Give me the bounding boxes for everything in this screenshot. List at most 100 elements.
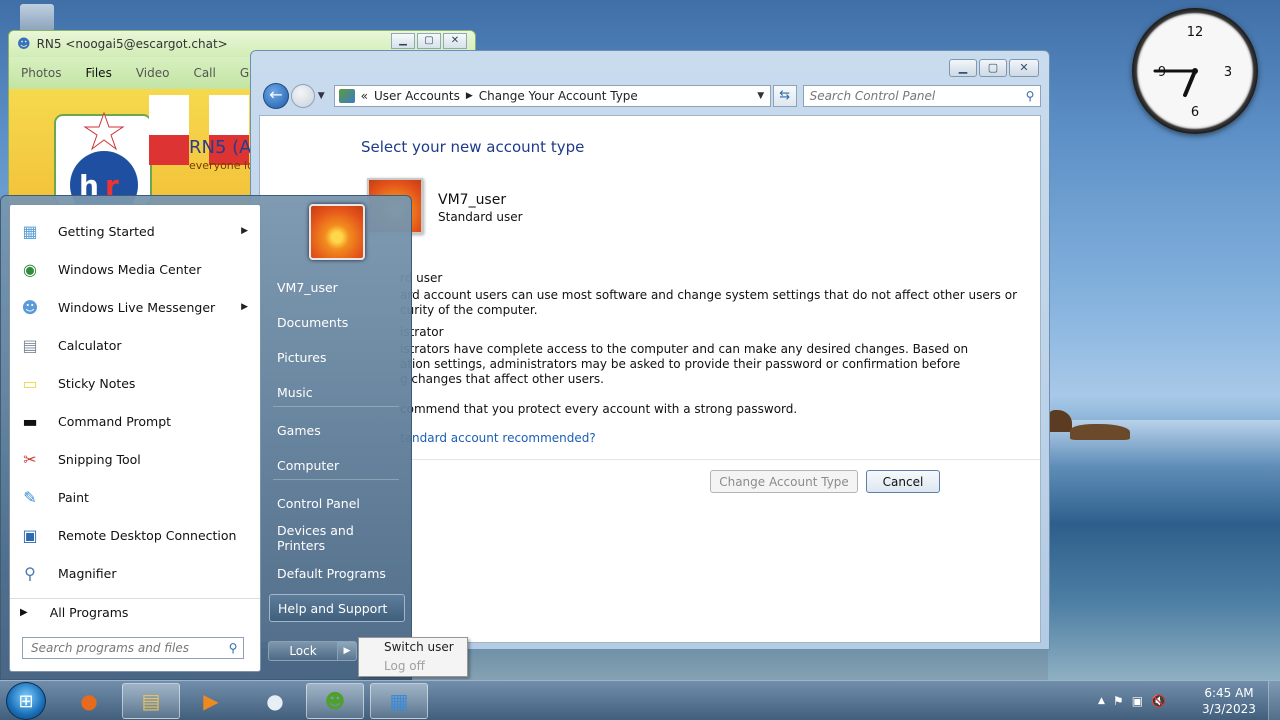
system-tray: ▲ ⚑ ▣ 🔇 [1098, 681, 1166, 720]
show-desktop-button[interactable] [1268, 681, 1280, 720]
start-right-item[interactable]: Control Panel [269, 489, 405, 517]
program-item[interactable]: ▬ Command Prompt [10, 403, 260, 439]
cancel-button[interactable]: Cancel [866, 470, 940, 493]
breadcrumb-separator-icon: ▶ [465, 91, 473, 101]
program-item[interactable]: ⚲ Magnifier [10, 555, 260, 591]
chevron-down-icon[interactable]: ▼ [752, 91, 770, 101]
search-input[interactable]: Search Control Panel ⚲ [802, 85, 1042, 107]
messenger-taskbar-icon[interactable]: ☻ [306, 683, 364, 719]
switch-user-item[interactable]: Switch user [359, 638, 467, 657]
recent-pages-dropdown[interactable]: ▼ [318, 91, 328, 101]
lock-button[interactable]: Lock [268, 641, 338, 661]
media-center-icon: ◉ [23, 259, 37, 279]
refresh-button[interactable]: ⇆ [772, 85, 797, 107]
program-label: Remote Desktop Connection [58, 527, 237, 543]
tab-call[interactable]: Call [193, 66, 215, 80]
program-label: Snipping Tool [58, 451, 141, 467]
snipping-tool-icon: ✂ [23, 449, 37, 469]
remote-desktop-icon: ▣ [22, 525, 38, 545]
show-hidden-icons-icon[interactable]: ▲ [1098, 696, 1105, 706]
address-bar[interactable]: « User Accounts ▶ Change Your Account Ty… [333, 85, 771, 107]
messenger-icon: ☻ [21, 297, 39, 317]
minimize-button[interactable]: ▁ [949, 59, 977, 77]
minimize-button[interactable]: ▁ [391, 33, 415, 49]
breadcrumb-user-accounts[interactable]: User Accounts [374, 89, 460, 103]
program-item[interactable]: ☻ Windows Live Messenger ▶ [10, 289, 260, 325]
breadcrumb-change-type[interactable]: Change Your Account Type [479, 89, 638, 103]
media-player-icon[interactable]: ▶ [182, 683, 240, 719]
breadcrumb-prefix[interactable]: « [361, 89, 368, 103]
tray-time: 6:45 AM [1204, 686, 1254, 700]
start-right-item[interactable]: Default Programs [269, 559, 405, 587]
chevron-right-icon[interactable]: ▶ [241, 226, 248, 236]
recycle-bin-icon[interactable] [20, 4, 54, 30]
action-center-flag-icon[interactable]: ⚑ [1113, 694, 1124, 708]
navigation-bar: ← ▼ « User Accounts ▶ Change Your Accoun… [263, 81, 1042, 111]
volume-muted-icon[interactable]: 🔇 [1151, 694, 1166, 708]
maximize-button[interactable]: ▢ [979, 59, 1007, 77]
start-right-item[interactable]: VM7_user [269, 273, 405, 301]
search-icon: ⚲ [228, 641, 238, 655]
tab-video[interactable]: Video [136, 66, 170, 80]
account-type: Standard user [438, 210, 523, 224]
standard-desc-line: ard account users can use most software … [400, 288, 1018, 302]
start-button[interactable]: ⊞ [6, 682, 46, 720]
start-right-item[interactable]: Devices and Printers [269, 523, 405, 553]
log-off-item[interactable]: Log off [359, 657, 467, 676]
control-panel-taskbar-icon[interactable]: ▦ [370, 683, 428, 719]
shutdown-options-button[interactable]: ▶ [337, 641, 357, 661]
change-account-type-button[interactable]: Change Account Type [710, 470, 858, 493]
chevron-right-icon[interactable]: ▶ [241, 302, 248, 312]
start-right-item[interactable]: Games [269, 416, 405, 444]
tray-clock[interactable]: 6:45 AM 3/3/2023 [1196, 685, 1262, 717]
taskbar: ⊞ ● ▤ ▶ ● ☻ ▦ ▲ ⚑ ▣ 🔇 6:45 AM 3/3/2023 [0, 680, 1280, 720]
program-item[interactable]: ▭ Sticky Notes [10, 365, 260, 401]
program-label: Magnifier [58, 565, 117, 581]
search-placeholder: Search Control Panel [809, 89, 936, 103]
user-picture[interactable] [309, 204, 365, 260]
media-center-icon[interactable]: ● [246, 683, 304, 719]
program-item[interactable]: ▤ Calculator [10, 327, 260, 363]
power-options-menu: Switch user Log off [358, 637, 468, 677]
search-icon[interactable]: ⚲ [1020, 89, 1040, 103]
start-search-input[interactable]: Search programs and files ⚲ [22, 637, 244, 659]
clock-numeral: 12 [1187, 25, 1204, 40]
network-icon[interactable]: ▣ [1132, 694, 1143, 708]
recommendation-text: commend that you protect every account w… [400, 402, 798, 416]
standard-desc-line: curity of the computer. [400, 303, 538, 317]
start-right-item[interactable]: Help and Support [269, 594, 405, 622]
forward-button[interactable] [290, 84, 315, 108]
control-panel-icon [338, 89, 355, 103]
admin-desc-line: g changes that affect other users. [400, 372, 604, 386]
program-item[interactable]: ✂ Snipping Tool [10, 441, 260, 477]
all-programs[interactable]: ▶ All Programs [10, 598, 260, 626]
close-button[interactable]: ✕ [443, 33, 467, 49]
start-search-placeholder: Search programs and files [31, 641, 189, 655]
program-item[interactable]: ▦ Getting Started ▶ [10, 213, 260, 249]
firefox-icon[interactable]: ● [60, 683, 118, 719]
start-right-item[interactable]: Music [269, 378, 405, 406]
start-right-item[interactable]: Pictures [269, 343, 405, 371]
magnifier-icon: ⚲ [24, 563, 36, 583]
contact-status: everyone lo [189, 159, 254, 172]
admin-desc-line: istrators have complete access to the co… [400, 342, 969, 356]
explorer-icon[interactable]: ▤ [122, 683, 180, 719]
divider [273, 406, 399, 407]
program-item[interactable]: ◉ Windows Media Center [10, 251, 260, 287]
messenger-title: RN5 <noogai5@escargot.chat> [36, 37, 228, 51]
programs-pane: ▦ Getting Started ▶ ◉ Windows Media Center ☻ W… [9, 204, 261, 672]
desktop-rock [1070, 424, 1130, 440]
program-item[interactable]: ✎ Paint [10, 479, 260, 515]
start-right-item[interactable]: Documents [269, 308, 405, 336]
clock-gadget[interactable]: 12 3 6 9 [1132, 8, 1258, 134]
tab-files[interactable]: Files [85, 66, 111, 80]
program-label: Windows Media Center [58, 261, 202, 277]
program-item[interactable]: ▣ Remote Desktop Connection [10, 517, 260, 553]
back-button[interactable]: ← [263, 83, 289, 109]
why-standard-link[interactable]: tandard account recommended? [400, 431, 596, 445]
tab-photos[interactable]: Photos [21, 66, 61, 80]
maximize-button[interactable]: ▢ [417, 33, 441, 49]
close-button[interactable]: ✕ [1009, 59, 1039, 77]
start-right-item[interactable]: Computer [269, 451, 405, 479]
program-label: Getting Started [58, 223, 155, 239]
